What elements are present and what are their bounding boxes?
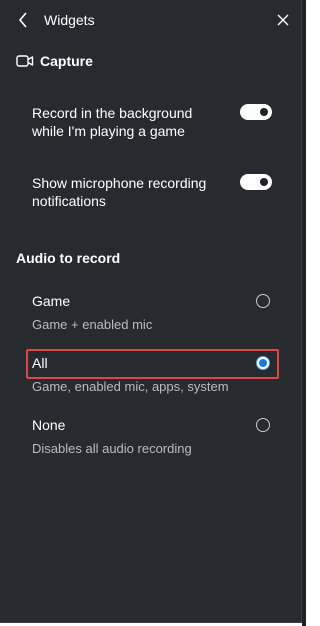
- radio-button-game[interactable]: [256, 294, 270, 308]
- widgets-panel: Widgets Capture Record in the background…: [0, 0, 302, 623]
- capture-section-header: Capture: [16, 50, 93, 72]
- chevron-left-icon: [18, 12, 27, 28]
- setting-label-line1: Show microphone recording: [32, 175, 207, 191]
- close-icon: [277, 14, 289, 26]
- radio-option-all[interactable]: All Game, enabled mic, apps, system: [25, 355, 281, 395]
- toggle-knob: [260, 108, 268, 116]
- radio-button-none[interactable]: [256, 418, 270, 432]
- setting-mic-notifications: Show microphone recording notifications: [32, 174, 282, 210]
- mic-notifications-toggle[interactable]: [240, 174, 272, 190]
- window-edge: [302, 0, 306, 626]
- setting-label: Record in the background while I'm playi…: [32, 104, 222, 140]
- capture-title: Capture: [40, 53, 93, 69]
- panel-header: Widgets: [0, 0, 301, 42]
- radio-description: Game, enabled mic, apps, system: [32, 379, 229, 394]
- back-button[interactable]: [12, 9, 34, 31]
- page-title: Widgets: [44, 12, 95, 28]
- radio-description: Game + enabled mic: [32, 317, 153, 332]
- close-button[interactable]: [272, 9, 294, 31]
- radio-description: Disables all audio recording: [32, 441, 192, 456]
- radio-option-none[interactable]: None Disables all audio recording: [25, 417, 281, 457]
- setting-label: Show microphone recording notifications: [32, 174, 222, 210]
- setting-label-line2: while I'm playing a game: [32, 123, 185, 139]
- radio-label: None: [32, 417, 66, 433]
- setting-label-line1: Record in the background: [32, 105, 193, 121]
- setting-label-line2: notifications: [32, 193, 106, 209]
- audio-section-title: Audio to record: [16, 250, 121, 266]
- radio-option-game[interactable]: Game Game + enabled mic: [25, 293, 281, 333]
- radio-label: All: [32, 355, 48, 371]
- video-camera-icon: [16, 54, 34, 68]
- toggle-knob: [260, 178, 268, 186]
- radio-label: Game: [32, 293, 71, 309]
- record-background-toggle[interactable]: [240, 104, 272, 120]
- setting-record-background: Record in the background while I'm playi…: [32, 104, 282, 140]
- radio-button-all[interactable]: [256, 356, 270, 370]
